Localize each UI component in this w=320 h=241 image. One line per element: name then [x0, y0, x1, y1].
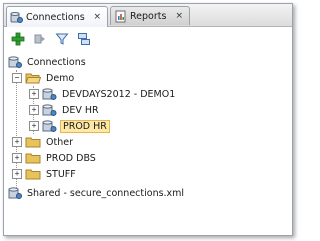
tab-reports-label: Reports	[130, 10, 167, 22]
expand-icon[interactable]: +	[29, 121, 39, 131]
tab-connections-label: Connections	[26, 11, 85, 23]
refresh-icon	[34, 34, 45, 44]
schema-browser-button[interactable]	[76, 31, 92, 47]
database-icon	[8, 56, 22, 68]
filter-icon	[55, 33, 69, 45]
tree-node-label-selected: PROD HR	[60, 119, 110, 133]
add-connection-button[interactable]	[10, 31, 26, 47]
folder-icon	[25, 137, 41, 147]
collapse-icon[interactable]: −	[12, 73, 22, 83]
database-icon	[42, 104, 57, 116]
schema-browser-icon	[78, 33, 90, 45]
database-icon	[42, 120, 57, 132]
tree-node-stuff[interactable]: + STUFF	[12, 166, 78, 182]
expand-icon[interactable]: +	[12, 137, 22, 147]
folder-icon	[25, 169, 41, 179]
expand-icon[interactable]: +	[29, 105, 39, 115]
tree-node-label: STUFF	[46, 168, 76, 180]
close-icon[interactable]: ×	[91, 12, 103, 22]
tab-reports[interactable]: Reports ×	[110, 6, 190, 25]
database-icon	[8, 187, 22, 199]
expand-icon[interactable]: +	[12, 153, 22, 163]
refresh-button[interactable]	[32, 31, 48, 47]
connections-icon	[10, 11, 23, 23]
tree-node-other[interactable]: + Other	[12, 134, 75, 150]
expand-icon[interactable]: +	[12, 169, 22, 179]
tab-connections[interactable]: Connections ×	[6, 6, 108, 27]
tree-node-demo[interactable]: − Demo	[12, 70, 76, 86]
tree-node-connections[interactable]: Connections	[8, 54, 88, 70]
database-icon	[42, 88, 57, 100]
expand-icon[interactable]: +	[29, 89, 39, 99]
folder-open-icon	[25, 73, 41, 83]
tree-node-connection[interactable]: + DEVDAYS2012 - DEMO1	[29, 86, 177, 102]
tree-node-label: DEVDAYS2012 - DEMO1	[62, 88, 176, 100]
folder-icon	[25, 153, 41, 163]
filter-button[interactable]	[54, 31, 70, 47]
tree-node-label: PROD DBS	[46, 152, 96, 164]
add-connection-icon	[11, 32, 25, 46]
tree-node-label: Demo	[46, 72, 75, 84]
tree-node-shared[interactable]: Shared - secure_connections.xml	[8, 185, 186, 201]
tree-node-connection[interactable]: + DEV HR	[29, 102, 101, 118]
tree-node-label: DEV HR	[62, 104, 99, 116]
tree-node-label: Other	[46, 136, 73, 148]
tree-node-label: Shared - secure_connections.xml	[27, 187, 185, 199]
toolbar	[4, 27, 292, 51]
close-icon[interactable]: ×	[173, 11, 185, 21]
tab-strip: Connections × Reports ×	[4, 4, 292, 27]
tree-node-prod-dbs[interactable]: + PROD DBS	[12, 150, 98, 166]
tree-node-connection[interactable]: + PROD HR	[29, 118, 110, 134]
reports-icon	[115, 10, 126, 22]
tree-node-label: Connections	[27, 56, 86, 68]
connections-panel: Connections × Reports × Connections − De…	[3, 3, 293, 236]
